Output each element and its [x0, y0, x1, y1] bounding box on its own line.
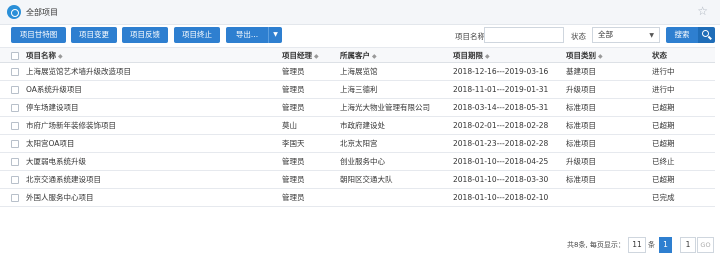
export-button[interactable]: 导出... [226, 27, 268, 43]
manager-cell: 莫山 [282, 121, 297, 130]
row-checkbox[interactable] [11, 194, 19, 202]
period-cell: 2018-01-10---2018-03-30 [453, 175, 549, 184]
category-cell: 标准项目 [566, 175, 596, 184]
period-cell: 2018-11-01---2019-01-31 [453, 85, 549, 94]
customer-cell: 上海展览馆 [340, 67, 378, 76]
row-checkbox[interactable] [11, 140, 19, 148]
period-cell: 2018-01-10---2018-04-25 [453, 157, 549, 166]
toolbar: 项目甘特图 项目变更 项目反馈 项目终止 导出... ▼ 项目名称 状态 全部 … [0, 26, 720, 46]
column-header-manager[interactable]: 项目经理 ◆ [282, 48, 319, 64]
column-header-period[interactable]: 项目期限 ◆ [453, 48, 490, 64]
favorite-star-icon[interactable]: ☆ [697, 4, 708, 18]
row-checkbox[interactable] [11, 68, 19, 76]
status-cell: 进行中 [652, 85, 675, 94]
manager-cell: 管理员 [282, 85, 305, 94]
category-cell: 标准项目 [566, 139, 596, 148]
page-size-select[interactable]: 11 [628, 237, 646, 253]
table-row[interactable]: 外国人服务中心项目 管理员 2018-01-10---2018-02-10 已完成 [0, 189, 715, 207]
project-name-cell[interactable]: 停车场建设项目 [26, 99, 79, 117]
status-cell: 已超期 [652, 121, 675, 130]
project-name-cell[interactable]: OA系统升级项目 [26, 81, 82, 99]
period-cell: 2018-12-16---2019-03-16 [453, 67, 549, 76]
row-checkbox[interactable] [11, 176, 19, 184]
period-cell: 2018-02-01---2018-02-28 [453, 121, 549, 130]
project-name-cell[interactable]: 大厦弱电系统升级 [26, 153, 86, 171]
column-header-status: 状态 [652, 51, 667, 60]
project-name-cell[interactable]: 太阳宫OA项目 [26, 135, 74, 153]
project-name-search-input[interactable] [484, 27, 564, 43]
table-row[interactable]: 上海展览馆艺术墙升级改造项目 管理员 上海展览馆 2018-12-16---2019-… [0, 63, 715, 81]
period-cell: 2018-01-23---2018-02-28 [453, 139, 549, 148]
select-all-checkbox[interactable] [11, 52, 19, 60]
category-cell: 标准项目 [566, 121, 596, 130]
table-row[interactable]: 市府广场新年装修装饰项目 莫山 市政府建设处 2018-02-01---2018-02… [0, 117, 715, 135]
search-button[interactable]: 搜索 [666, 27, 698, 43]
status-cell: 已超期 [652, 139, 675, 148]
table-header: 项目名称 ◆ 项目经理 ◆ 所属客户 ◆ 项目期限 ◆ 项目类别 ◆ 状态 [0, 47, 715, 63]
project-name-cell[interactable]: 外国人服务中心项目 [26, 189, 94, 207]
project-name-cell[interactable]: 北京交通系统建设项目 [26, 171, 101, 189]
export-dropdown-chevron-icon[interactable]: ▼ [268, 27, 282, 43]
row-checkbox[interactable] [11, 158, 19, 166]
manager-cell: 管理员 [282, 175, 305, 184]
period-cell: 2018-03-14---2018-05-31 [453, 103, 549, 112]
customer-cell: 市政府建设处 [340, 121, 385, 130]
manager-cell: 管理员 [282, 103, 305, 112]
customer-cell: 北京太阳宫 [340, 139, 378, 148]
title-bar: 全部项目 ☆ [0, 0, 720, 25]
table-row[interactable]: 大厦弱电系统升级 管理员 创业服务中心 2018-01-10---2018-04-25… [0, 153, 715, 171]
page-number-current[interactable]: 1 [659, 237, 672, 253]
status-filter-value: 全部 [598, 30, 613, 39]
project-name-filter-label: 项目名称 [455, 32, 485, 41]
status-filter-select[interactable]: 全部 ▼ [592, 27, 660, 43]
pagination-summary: 共8条, 每页显示： [567, 241, 625, 249]
period-cell: 2018-01-10---2018-02-10 [453, 193, 549, 202]
manager-cell: 管理员 [282, 67, 305, 76]
category-cell: 标准项目 [566, 103, 596, 112]
table-row[interactable]: 北京交通系统建设项目 管理员 朝阳区交通大队 2018-01-10---2018-03… [0, 171, 715, 189]
gantt-chart-button[interactable]: 项目甘特图 [11, 27, 66, 43]
project-table: 项目名称 ◆ 项目经理 ◆ 所属客户 ◆ 项目期限 ◆ 项目类别 ◆ 状态 上海展览馆艺术… [0, 47, 715, 207]
project-change-button[interactable]: 项目变更 [71, 27, 117, 43]
manager-cell: 李国天 [282, 139, 305, 148]
row-checkbox[interactable] [11, 104, 19, 112]
row-checkbox[interactable] [11, 86, 19, 94]
project-name-cell[interactable]: 上海展览馆艺术墙升级改造项目 [26, 63, 131, 81]
project-name-cell[interactable]: 市府广场新年装修装饰项目 [26, 117, 116, 135]
page-title: 全部项目 [26, 8, 58, 17]
status-cell: 进行中 [652, 67, 675, 76]
category-cell: 升级项目 [566, 85, 596, 94]
project-feedback-button[interactable]: 项目反馈 [122, 27, 168, 43]
column-header-name[interactable]: 项目名称 ◆ [26, 48, 63, 64]
table-row[interactable]: 太阳宫OA项目 李国天 北京太阳宫 2018-01-23---2018-02-28 标准… [0, 135, 715, 153]
status-cell: 已超期 [652, 103, 675, 112]
search-icon[interactable] [698, 27, 715, 43]
status-cell: 已超期 [652, 175, 675, 184]
table-row[interactable]: 停车场建设项目 管理员 上海光大物业管理有限公司 2018-03-14---2018-… [0, 99, 715, 117]
row-checkbox[interactable] [11, 122, 19, 130]
manager-cell: 管理员 [282, 193, 305, 202]
column-header-category[interactable]: 项目类别 ◆ [566, 48, 603, 64]
manager-cell: 管理员 [282, 157, 305, 166]
customer-cell: 创业服务中心 [340, 157, 385, 166]
chevron-down-icon: ▼ [649, 32, 654, 39]
category-cell: 基建项目 [566, 67, 596, 76]
status-cell: 已终止 [652, 157, 675, 166]
table-row[interactable]: OA系统升级项目 管理员 上海三德利 2018-11-01---2019-01-31 升… [0, 81, 715, 99]
app-logo-icon [7, 5, 21, 19]
customer-cell: 上海三德利 [340, 85, 378, 94]
goto-page-input[interactable]: 1 [680, 237, 696, 253]
status-filter-label: 状态 [571, 32, 586, 41]
page-size-unit: 条 [648, 241, 655, 249]
go-button[interactable]: GO [697, 237, 714, 253]
category-cell: 升级项目 [566, 157, 596, 166]
customer-cell: 上海光大物业管理有限公司 [340, 103, 430, 112]
pagination: 共8条, 每页显示： 11 条 1 1 GO [0, 237, 720, 253]
customer-cell: 朝阳区交通大队 [340, 175, 393, 184]
project-terminate-button[interactable]: 项目终止 [174, 27, 220, 43]
column-header-customer[interactable]: 所属客户 ◆ [340, 48, 377, 64]
status-cell: 已完成 [652, 193, 675, 202]
